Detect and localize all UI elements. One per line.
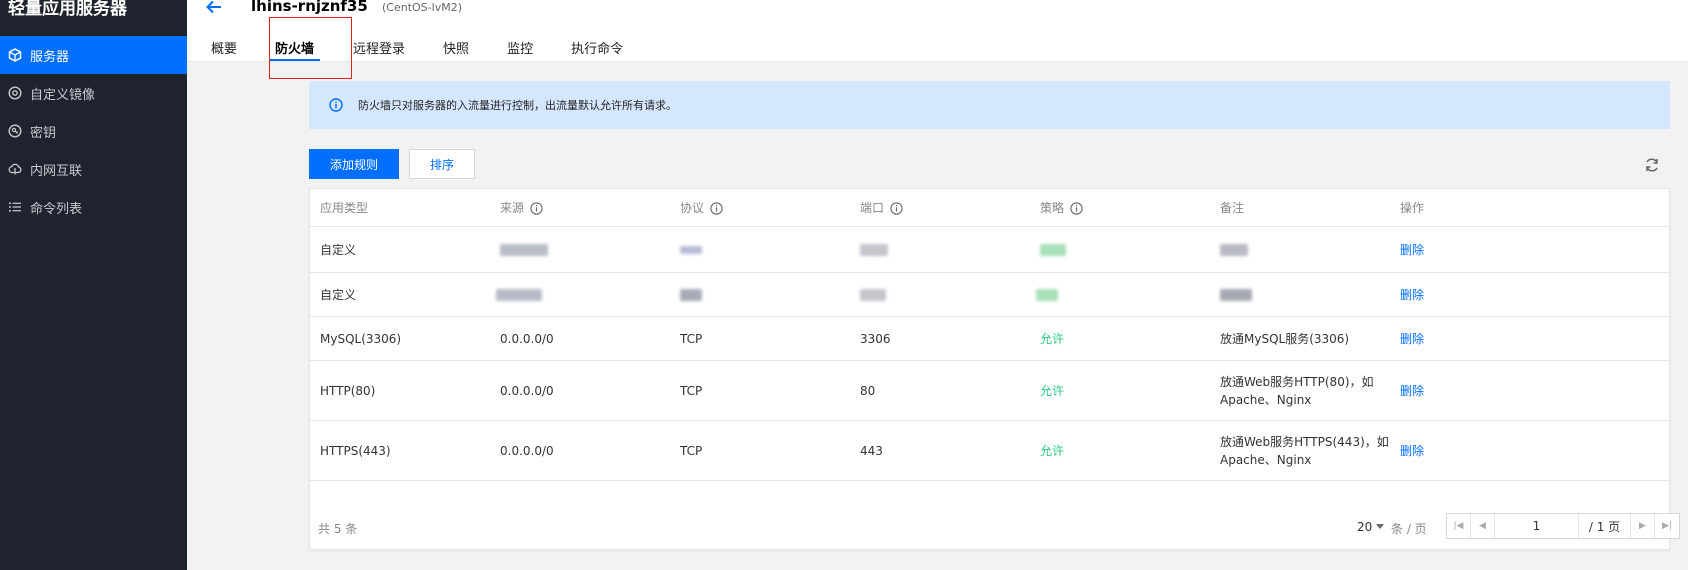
column-header-port: 端口 [860,189,903,227]
cell-protocol-redacted [680,273,702,316]
cell-note: 放通Web服务HTTPS(443)，如Apache、Nginx [1220,434,1389,467]
total-count: 共 5 条 [318,522,358,536]
cell-source: 0.0.0.0/0 [500,331,554,346]
page-number-input[interactable] [1495,514,1579,538]
sidebar-item-commands[interactable]: 命令列表 [0,188,187,226]
table-row: HTTPS(443) 0.0.0.0/0 TCP 443 允许 放通Web服务H… [310,421,1669,481]
cell-type: MySQL(3306) [320,331,402,346]
caret-down-icon [1376,524,1385,529]
list-icon [8,200,22,214]
cell-policy-redacted [1040,227,1066,272]
disc-icon [8,86,22,100]
page-size-select[interactable]: 20 [1357,520,1388,534]
cell-type: HTTP(80) [320,383,376,398]
sidebar-item-servers[interactable]: 服务器 [0,36,187,74]
sidebar-item-label: 命令列表 [30,201,83,217]
cell-note-redacted [1220,273,1252,316]
cell-protocol: TCP [680,383,703,398]
delete-link[interactable]: 删除 [1400,361,1424,420]
sidebar-item-label: 密钥 [30,125,57,141]
cell-source: 0.0.0.0/0 [500,383,554,398]
cube-icon [8,48,22,62]
tab-bar: 概要 防火墙 远程登录 快照 监控 执行命令 [197,38,623,62]
help-icon[interactable] [1070,201,1083,215]
tab-monitor[interactable]: 监控 [507,38,533,62]
tab-run-command[interactable]: 执行命令 [571,38,623,62]
tab-remote-login[interactable]: 远程登录 [353,38,405,62]
cell-port-redacted [860,273,886,316]
cell-type: HTTPS(443) [320,443,391,458]
delete-link[interactable]: 删除 [1400,317,1424,360]
cell-protocol: TCP [680,443,703,458]
delete-link[interactable]: 删除 [1400,273,1424,316]
cell-policy: 允许 [1040,384,1065,398]
tab-snapshot[interactable]: 快照 [443,38,469,62]
pagination: |◀ ◀ / 1 页 ▶ ▶| [1446,513,1680,539]
next-page-icon[interactable]: ▶ [1631,514,1655,538]
help-icon[interactable] [710,201,723,215]
tab-firewall[interactable]: 防火墙 [269,38,321,62]
sidebar-item-label: 服务器 [30,49,70,65]
instance-header: lhins-rnjznf35 (CentOS-lvM2) 概要 防火墙 远程登录… [187,0,1688,62]
first-page-icon[interactable]: |◀ [1447,514,1471,538]
add-rule-button[interactable]: 添加规则 [309,149,399,179]
per-page-label: 条 / 页 [1391,522,1427,536]
cell-port: 3306 [860,331,891,346]
column-header-source: 来源 [500,189,543,227]
page-total: / 1 页 [1579,514,1631,538]
firewall-rules-table: 应用类型 来源 协议 端口 策略 备注 操作 自定义 删除 自定义 删除 MyS… [309,188,1680,550]
sidebar-item-keys[interactable]: 密钥 [0,112,187,150]
cell-source-redacted [496,273,542,316]
cell-source: 0.0.0.0/0 [500,443,554,458]
cell-protocol: TCP [680,331,703,346]
sidebar-item-custom-images[interactable]: 自定义镜像 [0,74,187,112]
cell-note: 放通Web服务HTTP(80)，如Apache、Nginx [1220,374,1374,407]
notice-text: 防火墙只对服务器的入流量进行控制，出流量默认允许所有请求。 [358,99,677,112]
help-icon[interactable] [890,201,903,215]
cell-type: 自定义 [320,288,357,302]
instance-name: lhins-rnjznf35 [251,0,368,15]
sidebar-item-intranet[interactable]: 内网互联 [0,150,187,188]
sidebar-item-label: 内网互联 [30,163,83,179]
table-footer: 共 5 条 20 条 / 页 |◀ ◀ / 1 页 ▶ ▶| [310,503,1680,549]
column-header-type: 应用类型 [320,201,369,215]
back-arrow-icon[interactable] [205,0,223,14]
column-header-policy: 策略 [1040,189,1083,227]
cell-note: 放通MySQL服务(3306) [1220,331,1350,346]
column-header-note: 备注 [1220,201,1245,215]
cell-port: 443 [860,443,883,458]
table-row: HTTP(80) 0.0.0.0/0 TCP 80 允许 放通Web服务HTTP… [310,361,1669,421]
cell-policy: 允许 [1040,332,1065,346]
info-icon [329,98,343,112]
cell-port-redacted [860,227,888,272]
sidebar-item-label: 自定义镜像 [30,87,96,103]
instance-os: (CentOS-lvM2) [382,1,462,14]
cloud-link-icon [8,162,22,176]
cell-source-redacted [500,227,548,272]
sidebar: 轻量应用服务器 服务器 自定义镜像 密钥 内网互联 命令列表 [0,0,187,570]
key-icon [8,124,22,138]
product-title: 轻量应用服务器 [8,0,127,19]
notice-bar: 防火墙只对服务器的入流量进行控制，出流量默认允许所有请求。 [309,81,1670,129]
help-icon[interactable] [530,201,543,215]
column-header-action: 操作 [1400,201,1425,215]
column-header-protocol: 协议 [680,189,723,227]
table-row: MySQL(3306) 0.0.0.0/0 TCP 3306 允许 放通MySQ… [310,317,1669,361]
tab-overview[interactable]: 概要 [211,38,237,62]
delete-link[interactable]: 删除 [1400,227,1424,272]
cell-port: 80 [860,383,876,398]
sort-button[interactable]: 排序 [409,149,475,179]
cell-protocol-redacted [680,227,702,272]
cell-type: 自定义 [320,243,357,257]
refresh-icon[interactable] [1644,157,1660,173]
cell-policy: 允许 [1040,444,1065,458]
table-row: 自定义 删除 [310,227,1669,273]
last-page-icon[interactable]: ▶| [1655,514,1679,538]
cell-policy-redacted [1036,273,1058,316]
table-header: 应用类型 来源 协议 端口 策略 备注 操作 [310,189,1669,227]
table-row: 自定义 删除 [310,273,1669,317]
cell-note-redacted [1220,227,1248,272]
prev-page-icon[interactable]: ◀ [1471,514,1495,538]
delete-link[interactable]: 删除 [1400,421,1424,480]
